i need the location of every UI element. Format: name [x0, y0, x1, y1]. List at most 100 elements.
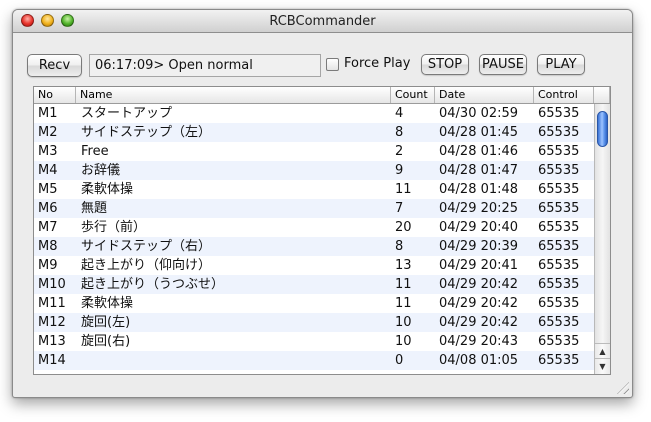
- force-play-checkbox[interactable]: [326, 58, 339, 71]
- table-row[interactable]: M4 お辞儀 9 04/28 01:47 65535: [34, 161, 594, 180]
- cell-no: M6: [38, 201, 58, 216]
- cell-no: M2: [38, 125, 58, 140]
- table-row[interactable]: M10 起き上がり（うつぶせ） 11 04/29 20:42 65535: [34, 275, 594, 294]
- cell-no: M9: [38, 258, 58, 273]
- cell-control: 65535: [538, 220, 580, 235]
- cell-control: 65535: [538, 106, 580, 121]
- force-play-label[interactable]: Force Play: [344, 56, 410, 71]
- cell-name: 無題: [81, 201, 108, 216]
- pause-button[interactable]: PAUSE: [479, 54, 527, 75]
- table-row[interactable]: M12 旋回(左) 10 04/29 20:42 65535: [34, 313, 594, 332]
- table-row[interactable]: M14 0 04/08 01:05 65535: [34, 351, 594, 370]
- cell-control: 65535: [538, 258, 580, 273]
- scroll-down-icon[interactable]: ▼: [595, 358, 610, 374]
- cell-name: [76, 351, 391, 370]
- cell-date: 04/28 01:48: [439, 182, 519, 197]
- table-header: No Name Count Date Control: [34, 87, 610, 104]
- vertical-scrollbar[interactable]: ▲ ▼: [594, 104, 610, 374]
- table-row[interactable]: M8 サイドステップ（右） 8 04/29 20:39 65535: [34, 237, 594, 256]
- scroll-thumb[interactable]: [597, 111, 608, 147]
- cell-count: 7: [395, 201, 404, 216]
- cell-name: Free: [81, 144, 109, 159]
- cell-date: 04/29 20:43: [439, 334, 519, 349]
- table-row[interactable]: M5 柔軟体操 11 04/28 01:48 65535: [34, 180, 594, 199]
- cell-date: 04/29 20:41: [439, 258, 519, 273]
- table-row[interactable]: M6 無題 7 04/29 20:25 65535: [34, 199, 594, 218]
- cell-count: 8: [395, 239, 404, 254]
- cell-no: M10: [38, 277, 66, 292]
- cell-date: 04/30 02:59: [439, 106, 519, 121]
- cell-count: 20: [395, 220, 412, 235]
- column-header-control[interactable]: Control: [534, 87, 594, 103]
- column-header-date[interactable]: Date: [435, 87, 534, 103]
- cell-no: M1: [38, 106, 58, 121]
- cell-no: M4: [38, 163, 58, 178]
- cell-control: 65535: [538, 144, 580, 159]
- scroll-up-icon[interactable]: ▲: [595, 343, 610, 359]
- cell-date: 04/28 01:46: [439, 144, 519, 159]
- window-title: RCBCommander: [269, 14, 376, 29]
- cell-name: お辞儀: [81, 163, 121, 178]
- cell-count: 10: [395, 334, 412, 349]
- cell-count: 11: [395, 182, 412, 197]
- column-header-count[interactable]: Count: [391, 87, 435, 103]
- cell-no: M13: [38, 334, 66, 349]
- header-corner: [594, 87, 610, 103]
- cell-no: M5: [38, 182, 58, 197]
- table-row[interactable]: M11 柔軟体操 11 04/29 20:42 65535: [34, 294, 594, 313]
- cell-control: 65535: [538, 201, 580, 216]
- cell-count: 8: [395, 125, 404, 140]
- resize-grip-icon[interactable]: [617, 382, 629, 394]
- cell-count: 11: [395, 296, 412, 311]
- table-body: M1 スタートアップ 4 04/30 02:59 65535 M2 サイドステップ（左） 8 0…: [34, 104, 594, 374]
- cell-name: 起き上がり（うつぶせ）: [81, 277, 225, 292]
- cell-date: 04/29 20:42: [439, 296, 519, 311]
- stop-button[interactable]: STOP: [421, 54, 469, 75]
- cell-control: 65535: [538, 334, 580, 349]
- table-row[interactable]: M3 Free 2 04/28 01:46 65535: [34, 142, 594, 161]
- cell-date: 04/29 20:42: [439, 277, 519, 292]
- cell-count: 11: [395, 277, 412, 292]
- cell-count: 2: [395, 144, 404, 159]
- cell-count: 10: [395, 315, 412, 330]
- cell-control: 65535: [538, 182, 580, 197]
- cell-name: 起き上がり（仰向け）: [81, 258, 212, 273]
- cell-control: 65535: [538, 315, 580, 330]
- column-header-no[interactable]: No: [34, 87, 76, 103]
- table-row[interactable]: M2 サイドステップ（左） 8 04/28 01:45 65535: [34, 123, 594, 142]
- motion-table: No Name Count Date Control M1 スタートアップ 4 04/…: [33, 86, 611, 375]
- cell-no: M7: [38, 220, 58, 235]
- cell-name: 歩行（前）: [81, 220, 147, 235]
- cell-name: 柔軟体操: [81, 296, 134, 311]
- cell-no: M11: [38, 296, 66, 311]
- toolbar: Recv 06:17:09> Open normal Force Play ST…: [13, 32, 632, 90]
- cell-no: M8: [38, 239, 58, 254]
- title-bar[interactable]: RCBCommander: [13, 10, 632, 33]
- table-row[interactable]: M13 旋回(右) 10 04/29 20:43 65535: [34, 332, 594, 351]
- cell-no: M14: [38, 353, 66, 368]
- cell-count: 4: [395, 106, 404, 121]
- cell-control: 65535: [538, 125, 580, 140]
- status-field: 06:17:09> Open normal: [89, 54, 321, 77]
- cell-date: 04/29 20:25: [439, 201, 519, 216]
- cell-date: 04/29 20:42: [439, 315, 519, 330]
- column-header-name[interactable]: Name: [76, 87, 391, 103]
- cell-control: 65535: [538, 239, 580, 254]
- play-button[interactable]: PLAY: [537, 54, 585, 75]
- cell-control: 65535: [538, 163, 580, 178]
- cell-name: サイドステップ（左）: [81, 125, 212, 140]
- cell-no: M12: [38, 315, 66, 330]
- cell-name: 旋回(右): [81, 334, 131, 349]
- table-row[interactable]: M9 起き上がり（仰向け） 13 04/29 20:41 65535: [34, 256, 594, 275]
- recv-button[interactable]: Recv: [27, 54, 82, 77]
- cell-name: サイドステップ（右）: [81, 239, 212, 254]
- cell-date: 04/29 20:40: [439, 220, 519, 235]
- table-row[interactable]: M7 歩行（前） 20 04/29 20:40 65535: [34, 218, 594, 237]
- cell-count: 13: [395, 258, 412, 273]
- table-row[interactable]: M1 スタートアップ 4 04/30 02:59 65535: [34, 104, 594, 123]
- cell-name: 旋回(左): [81, 315, 131, 330]
- app-window: RCBCommander Recv 06:17:09> Open normal …: [12, 9, 633, 398]
- cell-count: 9: [395, 163, 404, 178]
- cell-name: 柔軟体操: [81, 182, 134, 197]
- cell-date: 04/29 20:39: [439, 239, 519, 254]
